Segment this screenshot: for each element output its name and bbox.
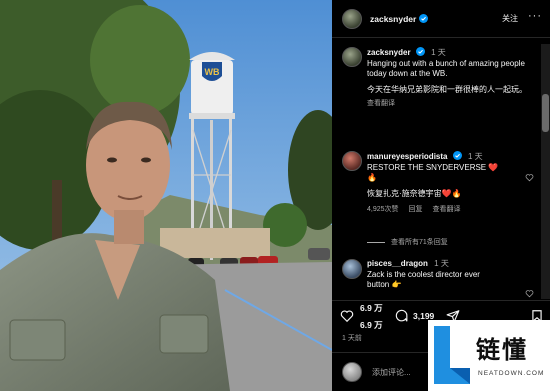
- like-button[interactable]: [340, 309, 354, 323]
- follow-button[interactable]: 关注: [502, 13, 518, 24]
- comment-text: Zack is the coolest director ever button…: [367, 269, 480, 290]
- watermark-domain-text: NEATDOWN.COM: [478, 370, 545, 377]
- likes-count: 6.9 万: [360, 303, 383, 313]
- comment-likes[interactable]: 4,925次赞: [367, 205, 399, 216]
- watermark-brand-text: 链懂: [476, 336, 528, 364]
- verified-badge-icon: [452, 151, 462, 160]
- commenter-username[interactable]: pisces__dragon: [367, 259, 428, 268]
- comment-time: 1 天: [467, 152, 483, 161]
- watermark-l-mark-icon: [434, 326, 470, 384]
- commenter-avatar[interactable]: [342, 151, 362, 171]
- comment-bubble-icon: [395, 309, 408, 322]
- see-translation-link[interactable]: 查看翻译: [433, 205, 461, 216]
- selfie-image: WB: [0, 0, 332, 391]
- heart-icon[interactable]: [525, 289, 534, 298]
- likes-count-secondary: 6.9 万: [360, 320, 383, 330]
- author-username[interactable]: zacksnyder: [370, 14, 416, 24]
- see-translation-link[interactable]: 查看翻译: [367, 99, 532, 110]
- comment-time: 1 天: [434, 259, 449, 268]
- caption-avatar[interactable]: [342, 47, 362, 67]
- post-age: 1 天前: [342, 335, 362, 342]
- viewer-avatar: [342, 362, 362, 382]
- more-options-icon[interactable]: ···: [528, 10, 542, 22]
- watermark-logo: 链懂 NEATDOWN.COM: [428, 320, 550, 391]
- author-avatar[interactable]: [342, 8, 362, 29]
- commenter-username[interactable]: manureyesperiodista: [367, 152, 447, 161]
- heart-icon: [340, 310, 354, 323]
- caption-translation: 今天在华纳兄弟影院和一群很棒的人一起玩。: [367, 84, 527, 94]
- reply-button[interactable]: 回复: [409, 205, 423, 216]
- comments-list[interactable]: zacksnyder 1 天 Hanging out with a bunch …: [332, 39, 550, 299]
- scrollbar-thumb[interactable]: [542, 94, 549, 132]
- comments-scrollbar[interactable]: [541, 44, 550, 299]
- view-replies-label: 查看所有71条回复: [391, 239, 448, 246]
- caption-text: Hanging out with a bunch of amazing peop…: [367, 58, 525, 79]
- post-header: zacksnyder 关注 ···: [332, 0, 550, 38]
- wb-logo: WB: [205, 67, 220, 77]
- caption-time: 1 天: [431, 48, 446, 57]
- add-comment-input[interactable]: 添加评论...: [372, 367, 411, 378]
- heart-icon[interactable]: [525, 173, 534, 182]
- caption-username[interactable]: zacksnyder: [367, 48, 411, 57]
- verified-badge-icon: [419, 14, 429, 23]
- commenter-avatar[interactable]: [342, 259, 362, 279]
- view-replies-link[interactable]: 查看所有71条回复: [367, 237, 448, 247]
- comment-text: RESTORE THE SNYDERVERSE ❤️ 🔥: [367, 162, 499, 183]
- post-photo[interactable]: WB: [0, 0, 332, 391]
- comment-translation: 恢复扎克·施奈德宇宙❤️🔥: [367, 188, 462, 198]
- verified-badge-icon: [415, 47, 425, 56]
